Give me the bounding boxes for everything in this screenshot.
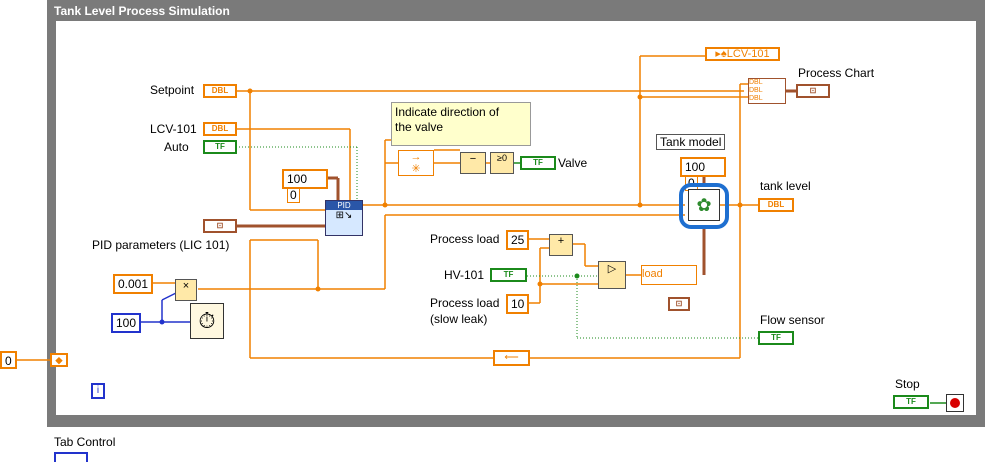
- bundle-node[interactable]: DBL DBL DBL: [748, 78, 786, 104]
- local-arrow-icon: ▸♠: [715, 48, 727, 60]
- pid-params-control[interactable]: ⊡: [203, 219, 237, 233]
- shift-register-left: ◆: [50, 353, 68, 367]
- valve-indicator: TF: [520, 156, 556, 170]
- tank-model-label: Tank model: [656, 134, 726, 150]
- valve-comment: Indicate direction of the valve: [391, 102, 531, 146]
- lcv101-control[interactable]: DBL: [203, 122, 237, 136]
- load-cluster-constant[interactable]: ⊡: [668, 297, 690, 311]
- lcv101-local-variable[interactable]: ▸♠LCV-101: [705, 47, 780, 61]
- pid-params-label: PID parameters (LIC 101): [92, 238, 230, 252]
- dt-constant[interactable]: 0.001: [113, 274, 154, 294]
- tab-control-terminal[interactable]: [54, 452, 88, 462]
- process-load-constant[interactable]: 25: [506, 230, 530, 250]
- multiply-node[interactable]: ×: [175, 279, 197, 301]
- valve-comment-line1: Indicate direction of: [395, 105, 500, 119]
- slow-leak-label: (slow leak): [430, 312, 488, 326]
- plant-icon: ✿: [696, 195, 712, 215]
- setpoint-control[interactable]: DBL: [203, 84, 237, 98]
- auto-control[interactable]: TF: [203, 140, 237, 154]
- shift-register-right: ⟵: [493, 350, 530, 366]
- lcv101-label: LCV-101: [150, 122, 197, 136]
- select-node[interactable]: ▷: [598, 261, 626, 289]
- flow-sensor-label: Flow sensor: [760, 313, 825, 327]
- valve-comment-line2: the valve: [395, 120, 444, 134]
- tank-level-label: tank level: [760, 179, 811, 193]
- pid-vi[interactable]: PID ⊞↘: [325, 200, 363, 236]
- load-element-label: load: [642, 268, 663, 280]
- bundle-by-name-node[interactable]: load: [641, 265, 697, 285]
- hv101-label: HV-101: [444, 268, 485, 282]
- tank-model-vi[interactable]: ✿: [688, 189, 720, 221]
- subtract-node[interactable]: −: [460, 152, 486, 174]
- process-chart-indicator: ⊡: [796, 84, 830, 98]
- wait-ms-constant[interactable]: 100: [111, 313, 142, 333]
- tank-range-a: 100: [685, 160, 706, 174]
- iteration-info-icon: i: [91, 383, 105, 399]
- slow-leak-constant[interactable]: 10: [506, 294, 530, 314]
- shift-register-constant[interactable]: 0: [0, 351, 17, 369]
- loop-condition-terminal[interactable]: [946, 394, 964, 412]
- process-load-label: Process load: [430, 232, 500, 246]
- shift-feedback-node[interactable]: → ✳: [398, 150, 434, 176]
- valve-label: Valve: [558, 156, 588, 170]
- hv101-control[interactable]: TF: [490, 268, 527, 282]
- setpoint-label: Setpoint: [150, 83, 195, 97]
- pid-range-constant[interactable]: 100 0: [282, 169, 328, 203]
- stop-control[interactable]: TF: [893, 395, 929, 409]
- wait-ms-metronome-icon[interactable]: ⏱: [190, 303, 224, 339]
- tab-control-label: Tab Control: [54, 435, 116, 449]
- greater-equal-zero-node[interactable]: ≥0: [490, 152, 514, 174]
- process-chart-label: Process Chart: [798, 66, 875, 80]
- auto-label: Auto: [164, 140, 189, 154]
- pid-vi-title: PID: [326, 201, 362, 210]
- flow-sensor-indicator: TF: [758, 331, 794, 345]
- left-arrow-icon: ⟵: [504, 352, 519, 363]
- tank-level-indicator: DBL: [758, 198, 794, 212]
- stop-label: Stop: [895, 377, 920, 391]
- pid-range-b: 0: [287, 187, 300, 203]
- add-node[interactable]: +: [549, 234, 573, 256]
- pid-range-a: 100: [287, 172, 308, 186]
- pid-vi-icon: ⊞↘: [335, 210, 353, 221]
- process-load-slow-label: Process load: [430, 296, 500, 310]
- tank-range-constant[interactable]: 100 0: [680, 157, 726, 191]
- stop-icon: [950, 398, 960, 408]
